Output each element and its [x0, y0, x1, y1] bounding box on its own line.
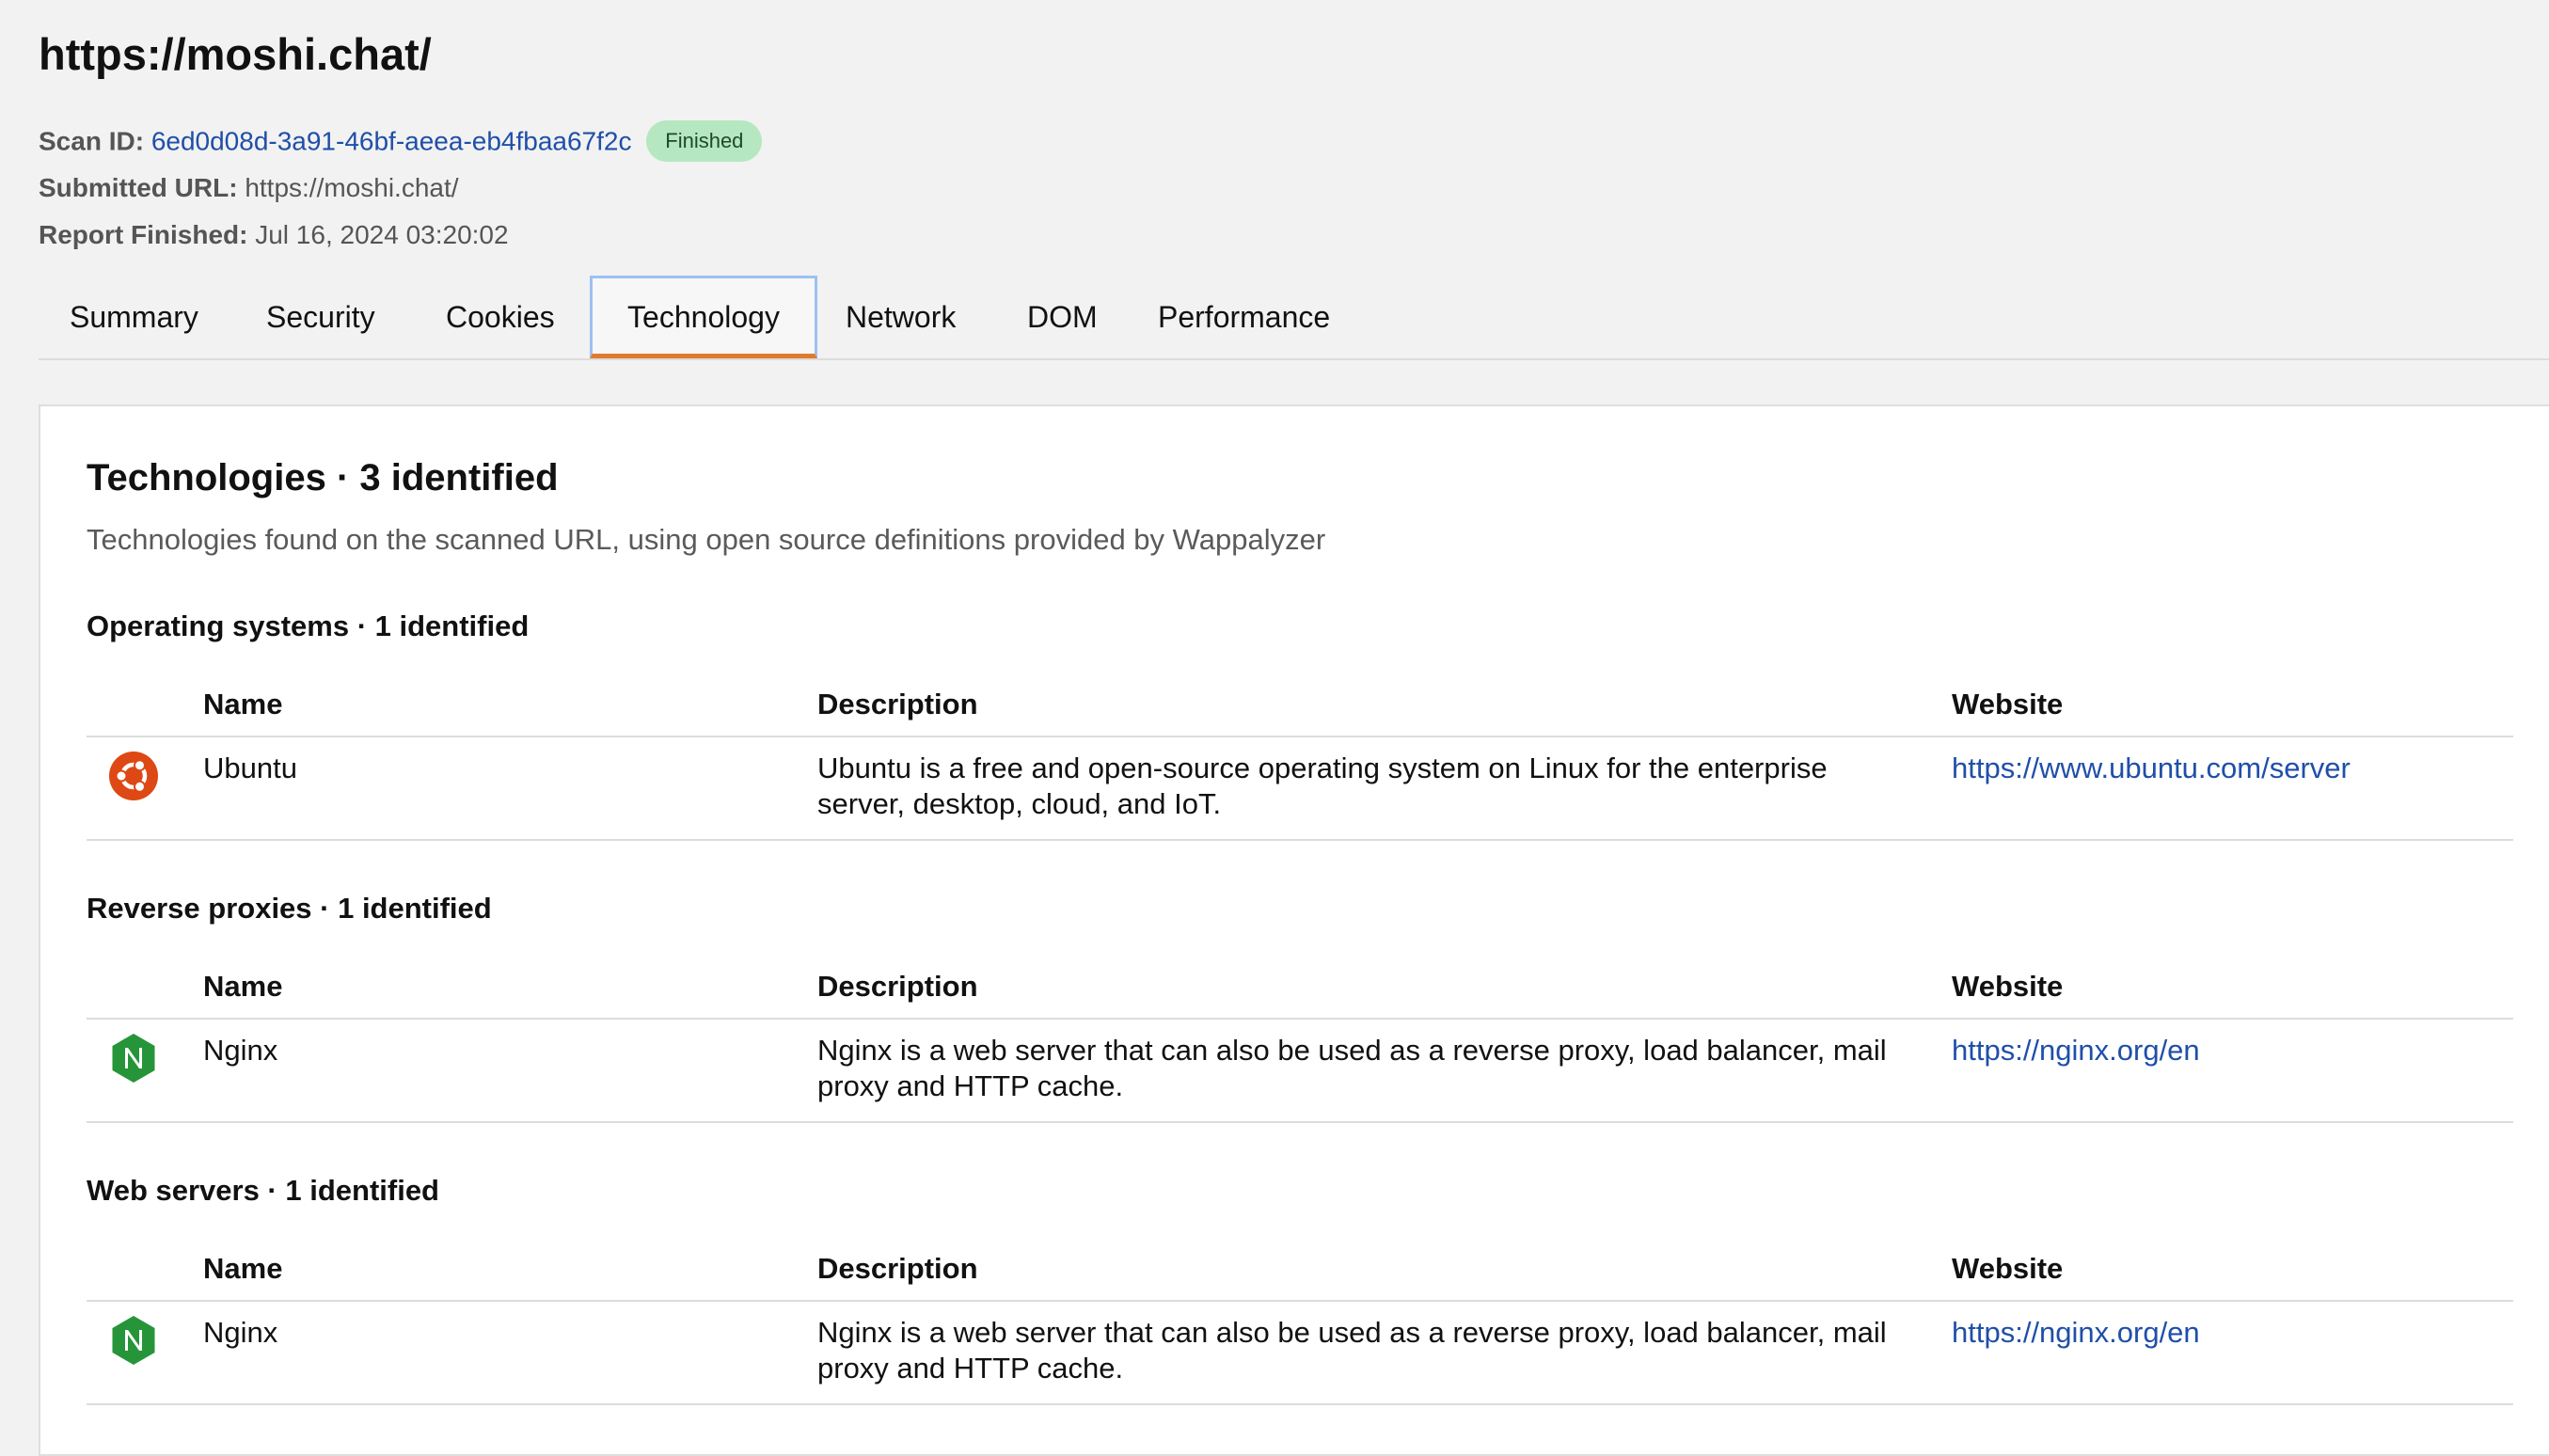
- submitted-url-label: Submitted URL:: [39, 173, 238, 202]
- panel-title: Technologies · 3 identified: [87, 457, 559, 499]
- tab-network[interactable]: Network: [846, 276, 956, 358]
- header-divider: [87, 1018, 2513, 1020]
- tech-description: Nginx is a web server that can also be u…: [817, 1034, 1887, 1102]
- tab-summary[interactable]: Summary: [70, 276, 198, 358]
- section-title-reverse-proxies: Reverse proxies · 1 identified: [87, 892, 492, 925]
- tech-name: Ubuntu: [203, 752, 297, 784]
- column-header-website: Website: [1952, 688, 2064, 720]
- status-badge: Finished: [646, 120, 763, 162]
- reverse-proxies-table: Name Description Website Nginx Nginx is …: [87, 956, 2513, 1163]
- tech-website-link[interactable]: https://www.ubuntu.com/server: [1952, 751, 2351, 786]
- tab-dom[interactable]: DOM: [1027, 276, 1098, 358]
- report-finished-label: Report Finished:: [39, 220, 248, 249]
- scan-id-row: Scan ID: 6ed0d08d-3a91-46bf-aeea-eb4fbaa…: [39, 120, 763, 164]
- submitted-url-value: https://moshi.chat/: [245, 173, 459, 202]
- column-header-name: Name: [203, 970, 283, 1003]
- nginx-logo-icon: [107, 1032, 160, 1084]
- tab-security[interactable]: Security: [266, 276, 375, 358]
- submitted-url-row: Submitted URL: https://moshi.chat/: [39, 169, 459, 207]
- tech-name: Nginx: [203, 1316, 278, 1349]
- section-title-web-servers: Web servers · 1 identified: [87, 1174, 439, 1207]
- row-divider: [87, 1121, 2513, 1123]
- report-finished-value: Jul 16, 2024 03:20:02: [255, 220, 509, 249]
- tech-description: Ubuntu is a free and open-source operati…: [817, 752, 1828, 820]
- section-title-operating-systems: Operating systems · 1 identified: [87, 609, 530, 642]
- column-header-website: Website: [1952, 1252, 2064, 1285]
- column-header-description: Description: [817, 688, 978, 720]
- nginx-logo-icon: [107, 1314, 160, 1367]
- report-finished-row: Report Finished: Jul 16, 2024 03:20:02: [39, 216, 509, 254]
- tech-name: Nginx: [203, 1034, 278, 1067]
- tech-website-link[interactable]: https://nginx.org/en: [1952, 1033, 2200, 1068]
- tab-performance[interactable]: Performance: [1158, 276, 1330, 358]
- tech-description: Nginx is a web server that can also be u…: [817, 1316, 1887, 1385]
- web-servers-table: Name Description Website Nginx Nginx is …: [87, 1238, 2513, 1445]
- column-header-description: Description: [817, 970, 978, 1003]
- header-divider: [87, 1300, 2513, 1302]
- tab-cookies[interactable]: Cookies: [446, 276, 555, 358]
- tab-technology[interactable]: Technology: [590, 276, 817, 358]
- header-divider: [87, 736, 2513, 737]
- row-divider: [87, 1403, 2513, 1405]
- scan-id-link[interactable]: 6ed0d08d-3a91-46bf-aeea-eb4fbaa67f2c: [151, 126, 632, 155]
- technology-panel: Technologies · 3 identified Technologies…: [39, 404, 2549, 1456]
- scan-report-page: https://moshi.chat/ Scan ID: 6ed0d08d-3a…: [0, 0, 2549, 1456]
- row-divider: [87, 839, 2513, 841]
- report-tabs: Summary Security Cookies Technology Netw…: [39, 276, 2549, 360]
- scan-id-label: Scan ID:: [39, 126, 145, 156]
- column-header-description: Description: [817, 1252, 978, 1285]
- ubuntu-logo-icon: [107, 750, 160, 802]
- column-header-website: Website: [1952, 970, 2064, 1003]
- tech-website-link[interactable]: https://nginx.org/en: [1952, 1315, 2200, 1351]
- operating-systems-table: Name Description Website Ubuntu Ubuntu i…: [87, 673, 2513, 880]
- page-title: https://moshi.chat/: [39, 29, 432, 79]
- column-header-name: Name: [203, 1252, 283, 1285]
- column-header-name: Name: [203, 688, 283, 720]
- panel-subtitle: Technologies found on the scanned URL, u…: [87, 523, 1326, 556]
